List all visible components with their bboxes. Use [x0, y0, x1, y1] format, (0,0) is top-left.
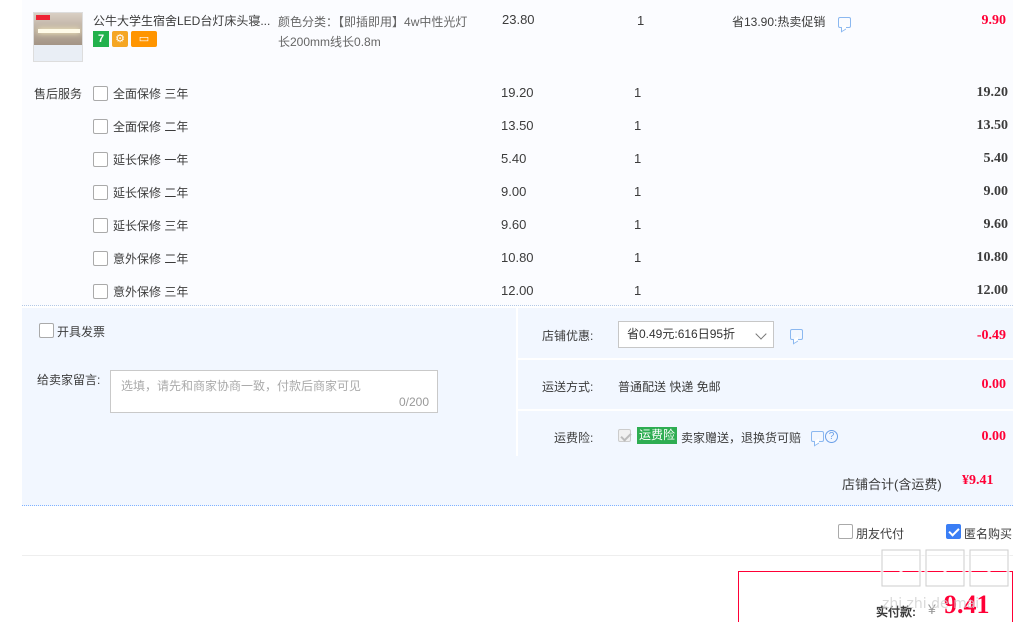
product-thumbnail[interactable]	[33, 12, 83, 62]
service-row: 延长保修 二年 9.00 1 9.00	[0, 175, 1029, 208]
lamp-image	[38, 29, 80, 33]
service-row: 全面保修 二年 13.50 1 13.50	[0, 109, 1029, 142]
anonymous-checkbox[interactable]	[946, 524, 961, 539]
service-row: 意外保修 二年 10.80 1 10.80	[0, 241, 1029, 274]
service-name: 意外保修 三年	[113, 285, 189, 299]
shipping-amount: 0.00	[981, 377, 1007, 392]
unit-price: 23.80	[502, 12, 535, 27]
product-title[interactable]: 公牛大学生宿舍LED台灯床头寝...	[93, 12, 273, 29]
message-input[interactable]: 选填，请先和商家协商一致，付款后商家可见 0/200	[110, 370, 438, 413]
chevron-down-icon	[755, 328, 767, 340]
service-row: 意外保修 三年 12.00 1 12.00	[0, 274, 1029, 307]
service-total: 10.80	[976, 250, 1009, 265]
discount-chat-icon[interactable]	[790, 329, 803, 340]
insurance-amount: 0.00	[981, 429, 1007, 444]
payment-label: 实付款:	[876, 605, 916, 619]
shop-discount-label: 店铺优惠:	[542, 329, 594, 343]
payment-currency: ¥	[928, 601, 936, 617]
service-name: 意外保修 二年	[113, 252, 189, 266]
service-total: 9.00	[983, 184, 1009, 199]
shop-discount-selected: 省0.49元:616日95折	[627, 327, 736, 341]
service-qty: 1	[634, 118, 642, 133]
promo-label: 省13.90:热卖促销	[732, 15, 826, 29]
service-qty: 1	[634, 151, 642, 166]
service-checkbox[interactable]	[93, 218, 108, 233]
friend-pay-label: 朋友代付	[856, 527, 905, 541]
service-qty: 1	[634, 184, 642, 199]
separator	[518, 409, 1013, 411]
promo-chat-icon[interactable]	[838, 17, 851, 28]
quantity: 1	[637, 13, 645, 28]
service-price: 5.40	[501, 151, 527, 166]
service-name: 延长保修 三年	[113, 219, 189, 233]
product-subtotal: 9.90	[981, 13, 1007, 28]
card-pay-icon: ▭	[131, 31, 157, 47]
service-qty: 1	[634, 283, 642, 298]
friend-pay-checkbox[interactable]	[838, 524, 853, 539]
service-total: 13.50	[976, 118, 1009, 133]
insurance-tag: 运费险	[637, 427, 678, 444]
anonymous-label: 匿名购买	[964, 527, 1013, 541]
service-price: 9.60	[501, 217, 527, 232]
service-name: 延长保修 二年	[113, 186, 189, 200]
invoice-checkbox[interactable]	[39, 323, 54, 338]
service-qty: 1	[634, 85, 642, 100]
service-checkbox[interactable]	[93, 251, 108, 266]
service-price: 12.00	[501, 283, 534, 298]
message-counter: 0/200	[398, 395, 429, 409]
service-total: 19.20	[976, 85, 1009, 100]
service-price: 10.80	[501, 250, 534, 265]
insurance-chat-icon[interactable]	[811, 431, 824, 442]
service-qty: 1	[634, 250, 642, 265]
shop-total-label: 店铺合计(含运费)	[842, 477, 942, 492]
service-name: 延长保修 一年	[113, 153, 189, 167]
invoice-label: 开具发票	[57, 325, 106, 339]
service-checkbox[interactable]	[93, 152, 108, 167]
service-row: 延长保修 三年 9.60 1 9.60	[0, 208, 1029, 241]
divider	[22, 555, 1013, 556]
service-total: 9.60	[983, 217, 1009, 232]
service-name: 全面保修 三年	[113, 87, 189, 101]
shipping-label: 运送方式:	[542, 380, 594, 394]
service-checkbox[interactable]	[93, 284, 108, 299]
service-price: 13.50	[501, 118, 534, 133]
brand-logo-icon	[36, 15, 50, 20]
shop-discount-amount: -0.49	[976, 328, 1006, 343]
insurance-text: 卖家赠送，退换货可赔	[681, 431, 802, 445]
shop-total-amount: ¥9.41	[962, 473, 994, 488]
service-checkbox[interactable]	[93, 86, 108, 101]
service-checkbox[interactable]	[93, 185, 108, 200]
service-total: 5.40	[983, 151, 1009, 166]
seven-day-return-icon: 7	[93, 31, 109, 47]
service-row: 全面保修 三年 19.20 1 19.20	[0, 76, 1029, 109]
service-total: 12.00	[976, 283, 1009, 298]
insurance-checkbox	[618, 429, 631, 442]
message-placeholder: 选填，请先和商家协商一致，付款后商家可见	[121, 379, 362, 393]
separator	[518, 358, 1013, 360]
service-row: 延长保修 一年 5.40 1 5.40	[0, 142, 1029, 175]
sku-label: 颜色分类：	[278, 15, 339, 29]
help-icon[interactable]: ?	[825, 430, 838, 443]
product-sku: 颜色分类：【即插即用】4w中性光灯长200mm线长0.8m	[278, 12, 468, 52]
service-price: 19.20	[501, 85, 534, 100]
service-name: 全面保修 二年	[113, 120, 189, 134]
guarantee-icon: ⚙	[112, 31, 128, 47]
service-checkbox[interactable]	[93, 119, 108, 134]
shipping-value: 普通配送 快递 免邮	[618, 380, 721, 394]
service-qty: 1	[634, 217, 642, 232]
thumbnail-strip	[34, 45, 82, 61]
service-price: 9.00	[501, 184, 527, 199]
insurance-label: 运费险:	[554, 431, 594, 445]
message-label: 给卖家留言:	[37, 373, 101, 387]
shop-discount-select[interactable]: 省0.49元:616日95折	[618, 321, 774, 348]
payment-amount: 9.41	[944, 590, 990, 619]
